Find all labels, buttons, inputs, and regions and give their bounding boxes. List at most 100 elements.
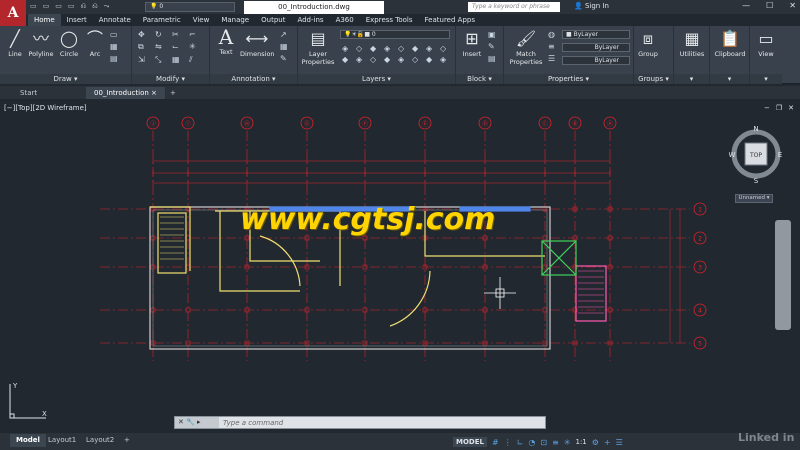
table-icon[interactable]: ▦ (280, 42, 290, 51)
layer-tool-icon[interactable]: ◈ (384, 44, 396, 53)
ribbon-tab-add-ins[interactable]: Add-ins (291, 14, 329, 26)
layout-tab[interactable]: Layout1 (42, 434, 82, 447)
doc-tab[interactable]: Start (12, 87, 45, 99)
line-tool[interactable]: ╱ Line (4, 30, 26, 59)
menu-icon[interactable]: ☰ (616, 438, 623, 447)
scale-icon[interactable]: ⤡ (155, 55, 169, 65)
viewcube-east[interactable]: E (778, 151, 782, 159)
layer-tool-icon[interactable]: ◆ (370, 44, 382, 53)
rectangle-icon[interactable]: ▭ (110, 30, 120, 39)
qat-icon[interactable]: ⎌ (92, 2, 98, 11)
floor-plan-drawing[interactable]: Ⓙ Ⓘ Ⓗ Ⓖ Ⓕ Ⓔ Ⓓ Ⓒ Ⓑ Ⓐ 1 2 3 4 5 (0, 101, 800, 431)
viewcube[interactable]: TOP N S E W (729, 123, 783, 185)
layout-tab[interactable]: + (118, 434, 136, 447)
trim-icon[interactable]: ✂ (172, 30, 186, 39)
utilities-tool[interactable]: ▦ Utilities (675, 30, 709, 59)
block-panel-title[interactable]: Block ▾ (456, 74, 503, 84)
sign-in-button[interactable]: 👤 Sign In (574, 2, 609, 10)
fillet2-icon[interactable]: ⌙ (172, 42, 186, 52)
ribbon-tab-home[interactable]: Home (28, 14, 61, 26)
gradient-icon[interactable]: ▤ (110, 54, 120, 63)
clipboard-expand[interactable]: ▾ (710, 74, 749, 84)
ortho-icon[interactable]: ∟ (517, 438, 524, 447)
model-space-button[interactable]: MODEL (453, 437, 487, 447)
explode-icon[interactable]: ✳ (189, 42, 203, 52)
lineweight-dropdown[interactable]: ByLayer (562, 56, 630, 65)
move-icon[interactable]: ✥ (138, 30, 152, 39)
circle-tool[interactable]: ◯ Circle (58, 30, 80, 59)
maximize-button[interactable]: ☐ (766, 1, 773, 10)
rotate-icon[interactable]: ↻ (155, 30, 169, 39)
layer-tool-icon[interactable]: ◈ (440, 55, 452, 64)
command-line-icons[interactable]: ✕ 🔧 ▸ (175, 417, 219, 428)
match-properties-tool[interactable]: 🖌 Match Properties (508, 30, 544, 67)
create-block-icon[interactable]: ▣ (488, 30, 498, 39)
layer-tool-icon[interactable]: ◆ (412, 44, 424, 53)
grid-icon[interactable]: # (492, 438, 499, 447)
layers-panel-title[interactable]: Layers ▾ (298, 74, 455, 84)
navigation-bar[interactable] (775, 220, 791, 330)
qat-icon[interactable]: ▭ (43, 2, 50, 11)
text-tool[interactable]: A Text (214, 27, 238, 56)
layer-properties-tool[interactable]: ▤ Layer Properties (300, 30, 336, 67)
scale-value[interactable]: 1:1 (575, 438, 586, 446)
fillet-icon[interactable]: ⌐ (189, 30, 203, 39)
ribbon-tab-insert[interactable]: Insert (61, 14, 93, 26)
search-input[interactable]: Type a keyword or phrase (468, 2, 560, 12)
draw-panel-title[interactable]: Draw ▾ (0, 74, 131, 84)
layer-dropdown[interactable]: 💡☀🔓■ 0 (340, 30, 450, 39)
quick-layer-dropdown[interactable]: 💡 0 (145, 2, 235, 12)
qat-icon[interactable]: ⤳ (104, 2, 110, 11)
view-tool[interactable]: ▭ View (752, 30, 780, 59)
hatch-icon[interactable]: ▦ (110, 42, 120, 51)
layer-tool-icon[interactable]: ◇ (412, 55, 424, 64)
command-input[interactable]: Type a command (219, 419, 283, 427)
linetype-dropdown[interactable]: ByLayer (562, 43, 630, 52)
ribbon-tab-view[interactable]: View (187, 14, 216, 26)
osnap-icon[interactable]: ⊡ (540, 438, 547, 447)
polyline-tool[interactable]: 〰 Polyline (28, 30, 54, 59)
stretch-icon[interactable]: ⇲ (138, 55, 152, 65)
minimize-button[interactable]: — (742, 1, 750, 10)
layer-tool-icon[interactable]: ◇ (356, 44, 368, 53)
layer-tool-icon[interactable]: ◆ (342, 55, 354, 64)
qat-icon[interactable]: ▭ (68, 2, 75, 11)
view-expand[interactable]: ▾ (750, 74, 782, 84)
viewcube-top[interactable]: TOP (749, 152, 762, 159)
annotation-scale-icon[interactable]: ✳ (564, 438, 571, 447)
lineweight-toggle-icon[interactable]: ≡ (552, 438, 559, 447)
mirror-icon[interactable]: ⇋ (155, 42, 169, 52)
modify-panel-title[interactable]: Modify ▾ (132, 74, 209, 84)
doc-tab[interactable]: + (162, 87, 184, 99)
layer-tool-icon[interactable]: ◆ (384, 55, 396, 64)
viewcube-south[interactable]: S (754, 177, 759, 185)
polar-icon[interactable]: ◔ (528, 438, 535, 447)
attribute-icon[interactable]: ▤ (488, 54, 498, 63)
copy-icon[interactable]: ⧉ (138, 42, 152, 52)
layer-tool-icon[interactable]: ◆ (426, 55, 438, 64)
leader-icon[interactable]: ↗ (280, 30, 290, 39)
array-icon[interactable]: ▦ (172, 55, 186, 65)
qat-icon[interactable]: ▭ (55, 2, 62, 11)
layer-tool-icon[interactable]: ◈ (426, 44, 438, 53)
groups-panel-title[interactable]: Groups ▾ (634, 74, 673, 84)
edit-block-icon[interactable]: ✎ (488, 42, 498, 51)
layer-tool-icon[interactable]: ◇ (440, 44, 452, 53)
qat-icon[interactable]: ⎌ (81, 2, 87, 11)
color-wheel-icon[interactable]: ◍ (548, 30, 558, 39)
app-logo[interactable]: A (0, 0, 26, 26)
utilities-expand[interactable]: ▾ (674, 74, 709, 84)
dimension-tool[interactable]: ⟷ Dimension (240, 30, 275, 59)
close-button[interactable]: ✕ (789, 1, 796, 10)
ribbon-tab-parametric[interactable]: Parametric (137, 14, 187, 26)
layer-tool-icon[interactable]: ◈ (342, 44, 354, 53)
clipboard-tool[interactable]: 📋 Clipboard (711, 30, 749, 59)
ribbon-tab-express-tools[interactable]: Express Tools (360, 14, 419, 26)
plus-icon[interactable]: + (604, 438, 611, 447)
snap-icon[interactable]: ⋮ (504, 438, 512, 447)
ribbon-tab-featured-apps[interactable]: Featured Apps (419, 14, 481, 26)
command-line[interactable]: ✕ 🔧 ▸ Type a command (174, 416, 546, 429)
insert-tool[interactable]: ⊞ Insert (460, 30, 484, 59)
annotation-panel-title[interactable]: Annotation ▾ (210, 74, 297, 84)
ribbon-tab-annotate[interactable]: Annotate (93, 14, 137, 26)
